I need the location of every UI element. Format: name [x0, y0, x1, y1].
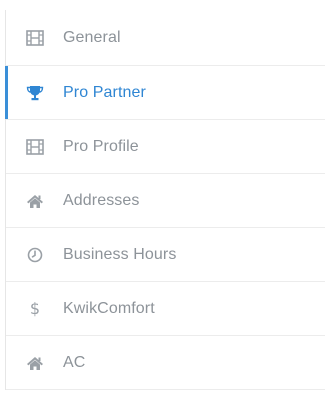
sidebar-item-label: AC	[63, 353, 86, 371]
sidebar-item-pro-partner[interactable]: Pro Partner	[5, 66, 325, 120]
sidebar-item-business-hours[interactable]: Business Hours	[6, 228, 325, 282]
sidebar-item-label: Business Hours	[63, 245, 177, 263]
sidebar-item-general[interactable]: General	[6, 10, 325, 66]
dollar-icon: $	[29, 298, 41, 318]
sidebar-item-addresses[interactable]: Addresses	[6, 174, 325, 228]
film-icon	[24, 27, 46, 49]
sidebar-item-pro-profile[interactable]: Pro Profile	[6, 120, 325, 174]
sidebar-item-label: Pro Profile	[63, 137, 139, 155]
settings-nav-list: General Pro Partner Pro Profile Addresse…	[5, 10, 325, 390]
trophy-icon	[24, 82, 46, 104]
sidebar-item-kwikcomfort[interactable]: $ KwikComfort	[6, 282, 325, 336]
sidebar-item-label: General	[63, 28, 121, 46]
sidebar-item-label: Pro Partner	[63, 83, 146, 101]
sidebar-item-label: KwikComfort	[63, 299, 155, 317]
home-icon	[24, 190, 46, 212]
sidebar-item-ac[interactable]: AC	[6, 336, 325, 390]
clock-icon	[24, 244, 46, 266]
settings-sidebar: General Pro Partner Pro Profile Addresse…	[5, 10, 325, 390]
sidebar-item-label: Addresses	[63, 191, 140, 209]
film-icon	[24, 136, 46, 158]
home-icon	[24, 352, 46, 374]
